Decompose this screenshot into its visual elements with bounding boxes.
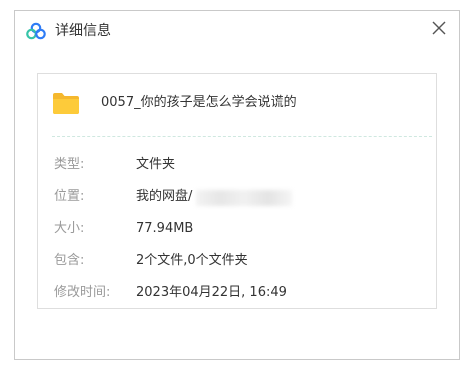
property-label: 大小: [54,221,85,236]
property-label: 包含: [54,253,85,268]
divider [52,136,432,137]
property-value: 2个文件,0个文件夹 [136,253,248,268]
redacted-path [196,190,292,206]
folder-icon [53,93,79,114]
property-value: 77.94MB [136,221,194,236]
property-label: 位置: [54,189,85,204]
title-bar: 详细信息 [15,11,459,51]
close-icon[interactable] [429,18,449,38]
dialog-title: 详细信息 [55,23,111,39]
file-name: 0057_你的孩子是怎么学会说谎的 [101,95,297,110]
property-value: 2023年04月22日, 16:49 [136,285,287,300]
file-details-dialog: 详细信息 0057_你的孩子是怎么学会说谎的 类型: 文件夹 位置: 我的网盘/… [14,10,460,360]
cloud-logo-icon [26,22,46,40]
details-card: 0057_你的孩子是怎么学会说谎的 类型: 文件夹 位置: 我的网盘/ 大小: … [37,73,437,309]
property-value: 文件夹 [136,157,176,172]
property-label: 类型: [54,157,85,172]
property-value-location[interactable]: 我的网盘/ [136,188,192,206]
property-label: 修改时间: [54,285,111,300]
